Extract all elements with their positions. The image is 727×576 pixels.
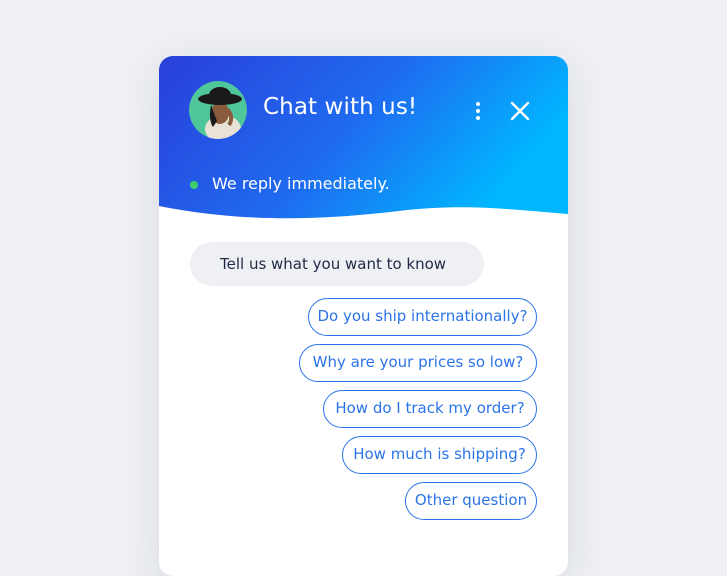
chat-widget: Chat with us! We reply immediately. Tell…	[159, 56, 568, 576]
online-status-dot	[190, 181, 198, 189]
close-icon[interactable]	[507, 98, 533, 124]
chat-header: Chat with us! We reply immediately.	[159, 56, 568, 226]
quick-reply-other-question[interactable]: Other question	[405, 482, 537, 520]
more-vertical-icon[interactable]	[467, 96, 489, 126]
agent-avatar	[189, 81, 247, 139]
quick-reply-shipping-cost[interactable]: How much is shipping?	[342, 436, 537, 474]
chat-title: Chat with us!	[263, 94, 418, 120]
status-text: We reply immediately.	[212, 174, 390, 193]
quick-reply-ship-internationally[interactable]: Do you ship internationally?	[308, 298, 537, 336]
quick-reply-prices-low[interactable]: Why are your prices so low?	[299, 344, 537, 382]
quick-reply-track-order[interactable]: How do I track my order?	[323, 390, 537, 428]
bot-message-bubble: Tell us what you want to know	[190, 242, 484, 286]
